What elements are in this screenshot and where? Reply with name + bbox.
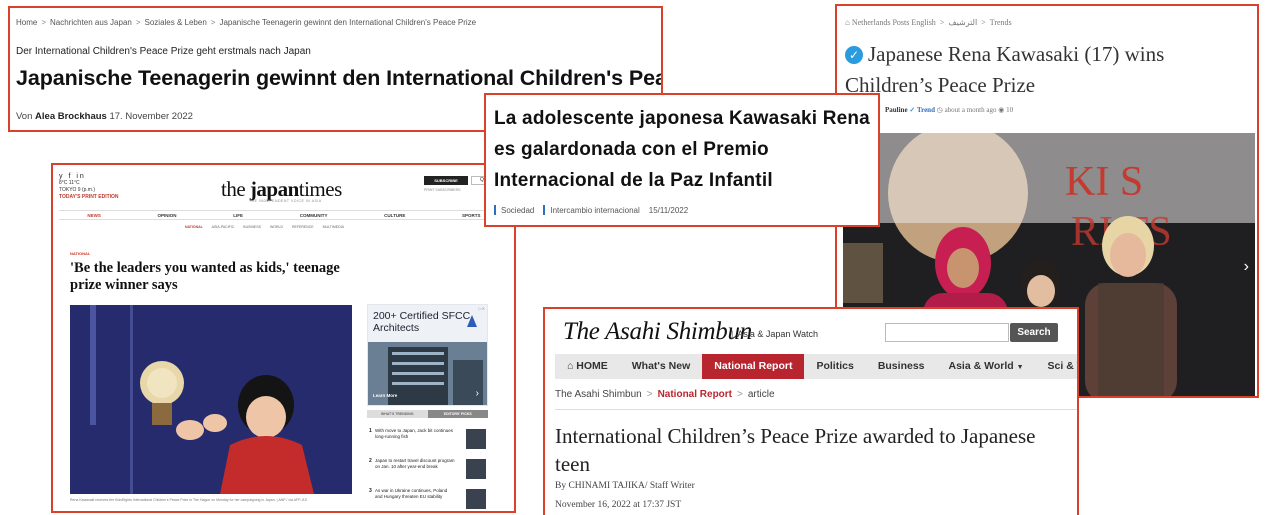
nav-whats-new[interactable]: What's New (620, 354, 703, 379)
trending-item[interactable]: 1 With move to Japan, Jack bit continues… (369, 428, 488, 452)
article-headline: La adolescente japonesa Kawasaki Rena es… (494, 108, 870, 191)
spanish-article-card: La adolescente japonesa Kawasaki Rena es… (484, 93, 880, 227)
breadcrumb-current: Japanische Teenagerin gewinnt den Intern… (219, 18, 477, 27)
nav-life[interactable]: LIFE (233, 213, 243, 218)
article-headline: Japanische Teenagerin gewinnt den Intern… (16, 66, 661, 90)
logo-subtitle: | Asia & Japan Watch (731, 329, 819, 339)
article-kicker: Der International Children's Peace Prize… (16, 46, 311, 57)
learn-more-link[interactable]: Learn More (373, 393, 397, 398)
category-link[interactable]: Trend (917, 106, 935, 114)
publish-date: November 16, 2022 at 17:37 JST (555, 500, 682, 510)
nav-culture[interactable]: CULTURE (384, 213, 405, 218)
verified-check-icon: ✓ (909, 106, 916, 114)
next-image-arrow-icon[interactable]: › (1244, 258, 1249, 276)
prize-winner-photo (70, 305, 352, 494)
nav-news[interactable]: NEWS (87, 213, 101, 218)
subnav-reference[interactable]: REFERENCE (292, 225, 314, 229)
home-icon: ⌂ (567, 360, 574, 372)
article-headline: 'Be the leaders you wanted as kids,' tee… (70, 260, 340, 293)
tab-whats-trending[interactable]: WHAT'S TRENDING (367, 410, 428, 418)
ad-choices-icon[interactable]: ▷✕ (479, 306, 485, 311)
home-icon: ⌂ (845, 18, 850, 27)
subnav-world[interactable]: WORLD (270, 225, 283, 229)
tag-intercambio[interactable]: Intercambio internacional (550, 206, 639, 215)
nav-sci-tech[interactable]: Sci & Tech (1036, 354, 1077, 379)
nav-national-report[interactable]: National Report (702, 354, 805, 379)
subnav-business[interactable]: BUSINESS (243, 225, 261, 229)
author-link[interactable]: Alea Brockhaus (35, 111, 107, 122)
breadcrumb-trends[interactable]: Trends (990, 18, 1012, 27)
weather-location: TOKYO 9 (p.m.) (59, 187, 96, 193)
nav-asia-world[interactable]: Asia & World ▼ (937, 354, 1036, 379)
nav-community[interactable]: COMMUNITY (300, 213, 328, 218)
trending-thumbnail (466, 429, 486, 449)
article-headline: ✓ Japanese Rena Kawasaki (17) wins Childr… (845, 42, 1165, 97)
main-nav: ⌂ HOME What's New National Report Politi… (555, 354, 1077, 379)
subscriber-note[interactable]: PRINT SUBSCRIBERS (424, 188, 461, 192)
article-tags: Sociedad Intercambio internacional 15/11/2… (494, 205, 688, 215)
article-byline: By CHINAMI TAJIKA/ Staff Writer (555, 481, 695, 491)
nav-opinion[interactable]: OPINION (158, 213, 177, 218)
advertisement[interactable]: 200+ Certified SFCC Architects ▷✕ Learn … (367, 304, 488, 406)
main-nav: NEWS OPINION LIFE COMMUNITY CULTURE SPOR… (59, 210, 509, 220)
breadcrumb-site[interactable]: Netherlands Posts English (852, 18, 936, 27)
tab-editors-picks[interactable]: EDITORS' PICKS (427, 410, 488, 418)
asahi-article-card: The Asahi Shimbun | Asia & Japan Watch Se… (543, 307, 1079, 515)
breadcrumb: ⌂ Netherlands Posts English > الترشيف > Tren… (845, 18, 1012, 27)
publish-date: 17. November 2022 (109, 111, 193, 122)
tag-marker (494, 205, 496, 215)
breadcrumb-news-japan[interactable]: Nachrichten aus Japan (50, 18, 132, 27)
tag-sociedad[interactable]: Sociedad (501, 206, 534, 215)
print-edition-link[interactable]: TODAY'S PRINT EDITION (59, 194, 119, 201)
breadcrumb-society[interactable]: Soziales & Leben (145, 18, 207, 27)
trending-thumbnail (466, 489, 486, 509)
subnav-national[interactable]: NATIONAL (185, 225, 203, 229)
ad-logo-icon (467, 315, 477, 327)
view-count: 10 (1006, 106, 1014, 114)
sidebar-tabs: WHAT'S TRENDING EDITORS' PICKS (367, 410, 488, 418)
sub-nav: NATIONAL ASIA-PACIFIC BUSINESS WORLD REF… (185, 225, 352, 229)
eye-icon: ◉ (998, 106, 1005, 114)
utility-bar: y f in 8°C 11°C TOKYO 9 (p.m.) TODAY'S P… (59, 173, 119, 201)
article-headline: International Children’s Peace Prize awa… (555, 424, 1036, 476)
nav-sports[interactable]: SPORTS (462, 213, 481, 218)
subnav-asia-pacific[interactable]: ASIA-PACIFIC (212, 225, 235, 229)
verified-check-icon: ✓ (845, 46, 863, 64)
breadcrumb-home[interactable]: The Asahi Shimbun (555, 389, 642, 400)
search-button[interactable]: Search (1010, 323, 1058, 342)
publish-date: 15/11/2022 (648, 206, 689, 215)
post-time: about a month ago (944, 106, 997, 114)
nav-home[interactable]: ⌂ HOME (555, 354, 620, 379)
social-icons[interactable]: y f in (59, 173, 119, 180)
nav-politics[interactable]: Politics (804, 354, 865, 379)
subnav-multimedia[interactable]: MULTIMEDIA (323, 225, 344, 229)
subscribe-button[interactable]: SUBSCRIBE (424, 176, 468, 185)
photo-caption: Rena Kawasaki receives the KidsRights In… (70, 498, 308, 502)
ad-arrow-icon[interactable]: › (476, 388, 479, 399)
tag-marker (543, 205, 546, 215)
asahi-logo[interactable]: The Asahi Shimbun (563, 318, 752, 346)
breadcrumb: Home > Nachrichten aus Japan > Soziales & Le… (16, 18, 477, 27)
breadcrumb-current: article (747, 389, 775, 400)
breadcrumb-national-report[interactable]: National Report (658, 389, 732, 400)
trending-thumbnail (466, 459, 486, 479)
author-link[interactable]: Pauline (885, 106, 908, 114)
weather-readout: 8°C 11°C (59, 180, 80, 186)
breadcrumb-archive[interactable]: الترشيف (948, 18, 977, 27)
divider (555, 409, 1077, 410)
nav-business[interactable]: Business (866, 354, 937, 379)
breadcrumb: The Asahi Shimbun > National Report > articl… (555, 389, 775, 400)
trending-item[interactable]: 2 Japan to restart travel discount progr… (369, 458, 488, 482)
logo-tagline: THE INDEPENDENT VOICE IN ASIA (249, 199, 322, 203)
japan-times-article-card: y f in 8°C 11°C TOKYO 9 (p.m.) TODAY'S P… (51, 163, 516, 513)
article-meta: Pauline ✓ Trend ◷ about a month ago ◉ 10 (885, 106, 1013, 114)
chevron-down-icon: ▼ (1016, 364, 1024, 371)
article-byline: Von Alea Brockhaus 17. November 2022 (16, 111, 193, 122)
search-input[interactable] (885, 323, 1009, 342)
section-label[interactable]: NATIONAL (70, 251, 90, 256)
clock-icon: ◷ (936, 106, 943, 114)
trending-item[interactable]: 3 As war in Ukraine continues, Poland an… (369, 488, 488, 511)
breadcrumb-home[interactable]: Home (16, 18, 37, 27)
banner-text: KI S (1065, 159, 1143, 205)
